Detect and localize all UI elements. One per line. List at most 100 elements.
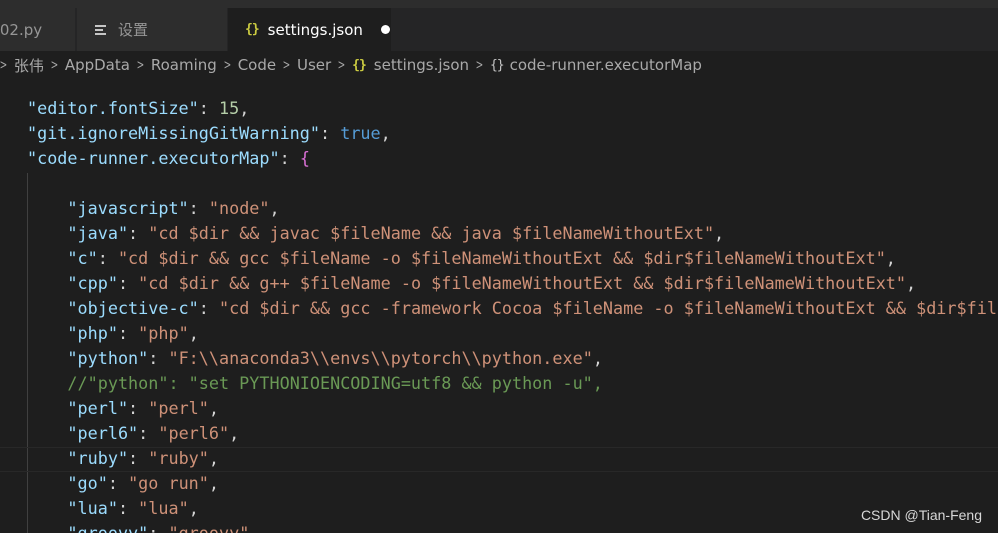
json-key: "java" <box>67 223 129 243</box>
comma: , <box>208 473 219 493</box>
chevron-right-icon: > <box>223 57 232 73</box>
chevron-right-icon: > <box>50 57 59 73</box>
code-line[interactable]: "java": "cd $dir && javac $fileName && j… <box>27 221 997 246</box>
comma: , <box>249 523 260 533</box>
breadcrumb-file-label: settings.json <box>373 56 470 74</box>
code-line[interactable]: "python": "F:\\anaconda3\\envs\\pytorch\… <box>27 346 997 371</box>
comma: , <box>208 398 219 418</box>
code-line[interactable]: "perl": "perl", <box>27 396 997 421</box>
comma: , <box>269 198 280 218</box>
colon: : <box>320 123 341 143</box>
tab-settings-json[interactable]: {} settings.json <box>228 8 391 51</box>
code-line[interactable]: "php": "php", <box>27 321 997 346</box>
json-value: "lua" <box>138 498 189 518</box>
json-value: "groovy" <box>168 523 250 533</box>
code-line[interactable] <box>27 171 997 196</box>
json-value: { <box>299 148 310 168</box>
code-line[interactable]: "perl6": "perl6", <box>27 421 997 446</box>
breadcrumb-symbol[interactable]: {} code-runner.executorMap <box>490 56 702 74</box>
json-value: "perl6" <box>158 423 230 443</box>
breadcrumb-file[interactable]: {} settings.json <box>352 56 469 74</box>
code-line[interactable]: "javascript": "node", <box>27 196 997 221</box>
colon: : <box>117 498 139 518</box>
breadcrumb-item[interactable]: Code <box>238 56 276 74</box>
breadcrumb-symbol-label: code-runner.executorMap <box>509 56 702 74</box>
json-key: "code-runner.executorMap" <box>27 148 280 168</box>
vscode-window: t02.py 设置 {} settings.json > 张伟 > AppDat… <box>0 0 998 533</box>
code-line[interactable]: "objective-c": "cd $dir && gcc -framewor… <box>27 296 997 321</box>
json-key: "objective-c" <box>67 298 199 318</box>
code-line[interactable]: "lua": "lua", <box>27 496 997 521</box>
colon: : <box>148 523 169 533</box>
code-line[interactable]: "git.ignoreMissingGitWarning": true, <box>27 121 997 146</box>
json-value: 15 <box>218 98 240 118</box>
json-key: "perl6" <box>67 423 139 443</box>
comma: , <box>380 123 391 143</box>
json-key: "php" <box>67 323 118 343</box>
object-braces-icon: {} <box>489 57 505 73</box>
chevron-right-icon: > <box>282 57 291 73</box>
code-line[interactable]: "code-runner.executorMap": { <box>27 146 997 171</box>
json-key: "git.ignoreMissingGitWarning" <box>27 123 320 143</box>
json-key: "python" <box>67 348 149 368</box>
comma: , <box>714 223 725 243</box>
code-editor[interactable]: "editor.fontSize": 15, "git.ignoreMissing… <box>0 80 998 533</box>
json-value: "ruby" <box>148 448 209 468</box>
json-key: "lua" <box>67 498 118 518</box>
json-key: "c" <box>67 248 98 268</box>
tab-label: 设置 <box>118 21 149 39</box>
code-line[interactable]: "c": "cd $dir && gcc $fileName -o $fileN… <box>27 246 997 271</box>
code-line[interactable]: "editor.fontSize": 15, <box>27 96 997 121</box>
tab-bar: t02.py 设置 {} settings.json <box>0 0 998 51</box>
json-key: "ruby" <box>67 448 129 468</box>
json-value: "perl" <box>148 398 209 418</box>
colon: : <box>128 398 149 418</box>
colon: : <box>188 198 209 218</box>
colon: : <box>128 223 149 243</box>
code-line[interactable]: "go": "go run", <box>27 471 997 496</box>
colon: : <box>117 323 139 343</box>
comma: , <box>906 273 917 293</box>
json-value: "go run" <box>128 473 209 493</box>
breadcrumb: > 张伟 > AppData > Roaming > Code > User >… <box>0 51 998 79</box>
colon: : <box>138 423 159 443</box>
code-line[interactable]: "groovy": "groovy", <box>27 521 997 533</box>
breadcrumb-item[interactable]: 张伟 <box>14 55 44 76</box>
comma: , <box>885 248 896 268</box>
colon: : <box>128 448 149 468</box>
colon: : <box>97 248 118 268</box>
code-line[interactable]: "ruby": "ruby", <box>27 446 997 471</box>
tab-t02-py[interactable]: t02.py <box>0 8 76 51</box>
code-comment: //"python": "set PYTHONIOENCODING=utf8 &… <box>67 373 603 393</box>
comma: , <box>208 448 219 468</box>
breadcrumb-item[interactable]: User <box>297 56 331 74</box>
json-value: true <box>340 123 381 143</box>
code-lines[interactable]: "editor.fontSize": 15, "git.ignoreMissing… <box>27 96 997 533</box>
json-braces-icon: {} <box>245 22 260 37</box>
comma: , <box>229 423 240 443</box>
breadcrumb-item[interactable]: AppData <box>65 56 130 74</box>
colon: : <box>107 473 129 493</box>
unsaved-dot-icon[interactable] <box>380 25 390 34</box>
colon: : <box>148 348 169 368</box>
comma: , <box>592 348 603 368</box>
json-value: "cd $dir && gcc $fileName -o $fileNameWi… <box>117 248 886 268</box>
tab-settings-ui[interactable]: 设置 <box>77 8 227 51</box>
tab-label: settings.json <box>267 20 363 39</box>
code-line[interactable]: "cpp": "cd $dir && g++ $fileName -o $fil… <box>27 271 997 296</box>
chevron-right-icon: > <box>136 57 145 73</box>
json-braces-icon: {} <box>352 57 367 73</box>
breadcrumb-item[interactable]: Roaming <box>151 56 217 74</box>
code-line[interactable]: //"python": "set PYTHONIOENCODING=utf8 &… <box>27 371 997 396</box>
json-value: "cd $dir && g++ $fileName -o $fileNameWi… <box>138 273 907 293</box>
chevron-right-icon: > <box>337 57 346 73</box>
comma: , <box>188 323 199 343</box>
